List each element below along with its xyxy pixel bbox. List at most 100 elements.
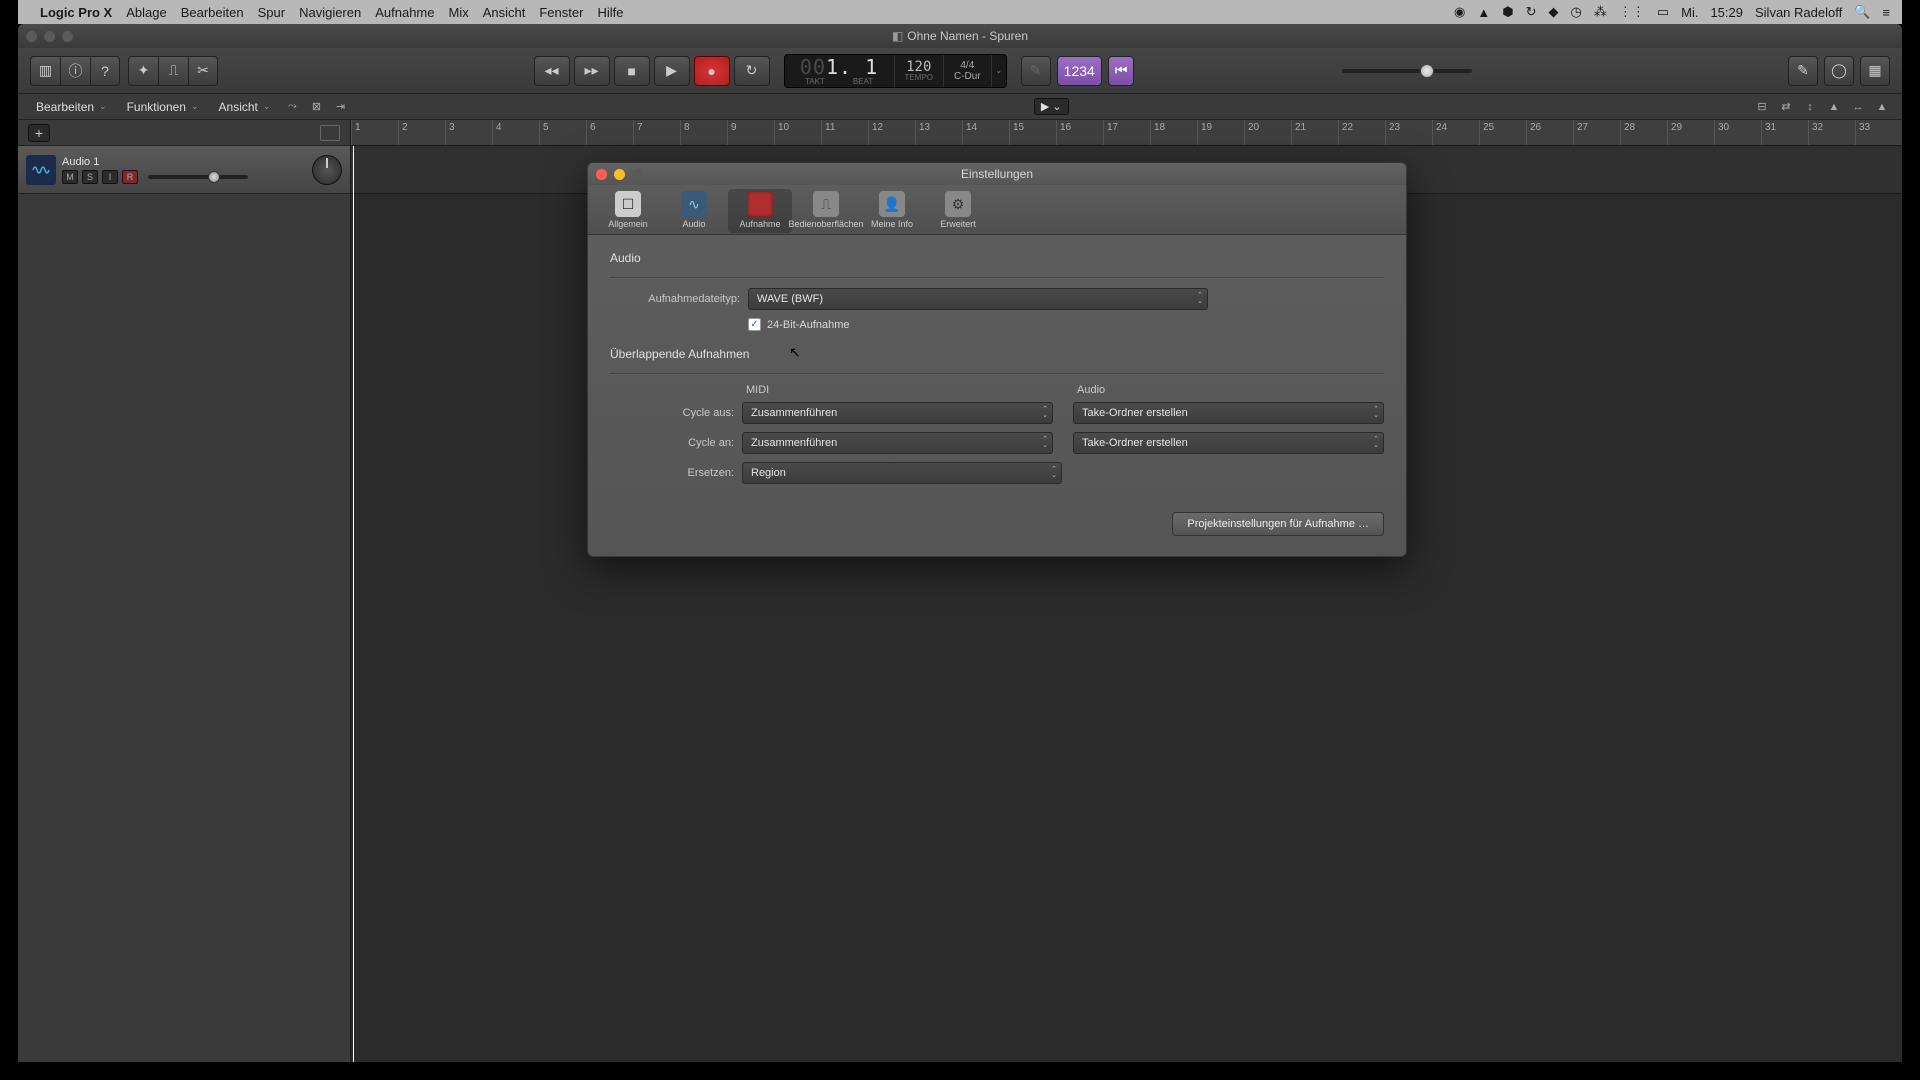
track-name[interactable]: Audio 1 [62, 156, 300, 168]
smart-controls-button[interactable]: ✦ [128, 56, 158, 86]
settings-minimize-icon[interactable] [614, 169, 625, 180]
master-volume-slider[interactable] [1342, 69, 1472, 73]
ruler-tick[interactable]: 31 [1761, 120, 1808, 145]
menu-spur[interactable]: Spur [258, 5, 285, 20]
menu-bearbeiten[interactable]: Bearbeiten [181, 5, 244, 20]
lcd-timesig[interactable]: 4/4 [960, 60, 974, 71]
midi-cycle-on-select[interactable]: Zusammenführen [742, 432, 1053, 454]
ruler-tick[interactable]: 28 [1620, 120, 1667, 145]
catch-icon[interactable]: ⇥ [330, 99, 350, 115]
ruler-tick[interactable]: 26 [1526, 120, 1573, 145]
loops-button[interactable]: ◯ [1824, 56, 1854, 86]
status-diamond-icon[interactable]: ◆ [1548, 4, 1558, 20]
tab-meine[interactable]: 👤Meine Info [860, 189, 924, 233]
menu-aufnahme[interactable]: Aufnahme [375, 5, 434, 20]
ruler-tick[interactable]: 10 [774, 120, 821, 145]
status-wifi-icon[interactable]: ⋮⋮ [1619, 4, 1645, 20]
input-mon-button[interactable]: I [102, 170, 118, 184]
inspector-button[interactable]: ⓘ [60, 56, 90, 86]
stop-button[interactable]: ■ [614, 56, 650, 86]
functions-menu[interactable]: Funktionen [119, 98, 207, 116]
ruler-tick[interactable]: 7 [633, 120, 680, 145]
ruler-tick[interactable]: 3 [445, 120, 492, 145]
record-button[interactable]: ● [694, 56, 730, 86]
lcd-display[interactable]: 001. 1 TAKTBEAT 120 TEMPO 4/4 C-Dur ⌄ [784, 54, 1007, 88]
view-menu[interactable]: Ansicht [211, 98, 279, 116]
ruler-tick[interactable]: 19 [1197, 120, 1244, 145]
ruler-tick[interactable]: 27 [1573, 120, 1620, 145]
ruler-tick[interactable]: 13 [915, 120, 962, 145]
menu-ansicht[interactable]: Ansicht [483, 5, 526, 20]
spotlight-icon[interactable]: 🔍 [1854, 4, 1870, 20]
pointer-tool[interactable]: ▶ ⌄ [1034, 98, 1069, 115]
menu-list-icon[interactable]: ≡ [1882, 5, 1890, 20]
tab-erweitert[interactable]: ⚙Erweitert [926, 189, 990, 233]
zoom-vert-icon[interactable]: ↕ [1800, 99, 1820, 115]
snap-icon[interactable]: ⊟ [1752, 99, 1772, 115]
menu-mix[interactable]: Mix [449, 5, 469, 20]
forward-button[interactable]: ▸▸ [574, 56, 610, 86]
metronome-button[interactable]: ⏮ [1108, 56, 1135, 86]
click-button[interactable]: ✎ [1021, 56, 1051, 86]
ruler-tick[interactable]: 12 [868, 120, 915, 145]
ruler-tick[interactable]: 29 [1667, 120, 1714, 145]
midi-cycle-off-select[interactable]: Zusammenführen [742, 402, 1053, 424]
global-tracks-button[interactable] [320, 125, 340, 141]
menu-ablage[interactable]: Ablage [126, 5, 166, 20]
ruler-tick[interactable]: 2 [398, 120, 445, 145]
menu-hilfe[interactable]: Hilfe [597, 5, 623, 20]
midi-replace-select[interactable]: Region [742, 462, 1062, 484]
mixer-button[interactable]: ⎍ [158, 56, 188, 86]
audio-cycle-off-select[interactable]: Take-Ordner erstellen [1073, 402, 1384, 424]
count-in-button[interactable]: 1234 [1057, 56, 1102, 86]
add-track-button[interactable]: + [28, 124, 50, 142]
status-bluetooth-icon[interactable]: ⁂ [1594, 4, 1607, 20]
clock-time[interactable]: 15:29 [1710, 5, 1743, 20]
ruler-tick[interactable]: 32 [1808, 120, 1855, 145]
track-row[interactable]: Audio 1 M S I R [18, 146, 350, 194]
ruler-tick[interactable]: 18 [1150, 120, 1197, 145]
status-record-icon[interactable]: ◉ [1454, 4, 1465, 20]
settings-titlebar[interactable]: Einstellungen [588, 163, 1406, 185]
menu-navigieren[interactable]: Navigieren [299, 5, 361, 20]
lock-icon[interactable]: ▲ [1824, 99, 1844, 115]
notepad-button[interactable]: ✎ [1788, 56, 1818, 86]
window-close-icon[interactable] [26, 31, 37, 42]
ruler-tick[interactable]: 9 [727, 120, 774, 145]
tab-bedien[interactable]: ⎍Bedienoberflächen [794, 189, 858, 233]
filetype-select[interactable]: WAVE (BWF) [748, 288, 1208, 310]
ruler-tick[interactable]: 33 [1855, 120, 1902, 145]
ruler-tick[interactable]: 16 [1056, 120, 1103, 145]
tab-allgemein[interactable]: ☐Allgemein [596, 189, 660, 233]
ruler-tick[interactable]: 14 [962, 120, 1009, 145]
settings-close-icon[interactable] [596, 169, 607, 180]
ruler-tick[interactable]: 11 [821, 120, 868, 145]
tab-audio[interactable]: ∿Audio [662, 189, 726, 233]
auto-zoom-icon[interactable]: ▲ [1872, 99, 1892, 115]
clock-day[interactable]: Mi. [1681, 5, 1698, 20]
browser-button[interactable]: ▦ [1860, 56, 1890, 86]
tab-aufnahme[interactable]: Aufnahme [728, 189, 792, 233]
status-dropbox-icon[interactable]: ⬢ [1502, 4, 1513, 20]
flex-icon[interactable]: ⊠ [306, 99, 326, 115]
automation-icon[interactable]: ⤳ [282, 99, 302, 115]
ruler-tick[interactable]: 6 [586, 120, 633, 145]
zoom-horiz-icon[interactable]: ↔ [1848, 99, 1868, 115]
window-zoom-icon[interactable] [62, 31, 73, 42]
24bit-checkbox[interactable]: ✓ [748, 318, 761, 331]
settings-zoom-icon[interactable] [632, 169, 643, 180]
mute-button[interactable]: M [62, 170, 78, 184]
menu-fenster[interactable]: Fenster [539, 5, 583, 20]
project-settings-button[interactable]: Projekteinstellungen für Aufnahme … [1172, 512, 1384, 536]
ruler-tick[interactable]: 23 [1385, 120, 1432, 145]
lcd-position[interactable]: 1. 1 [826, 55, 878, 79]
ruler-tick[interactable]: 4 [492, 120, 539, 145]
ruler-tick[interactable]: 22 [1338, 120, 1385, 145]
track-fader[interactable] [148, 175, 248, 179]
user-name[interactable]: Silvan Radeloff [1755, 5, 1842, 20]
cycle-button[interactable]: ↻ [734, 56, 770, 86]
status-sync-icon[interactable]: ↻ [1526, 4, 1537, 20]
window-minimize-icon[interactable] [44, 31, 55, 42]
ruler-tick[interactable]: 21 [1291, 120, 1338, 145]
editors-button[interactable]: ✂ [188, 56, 218, 86]
